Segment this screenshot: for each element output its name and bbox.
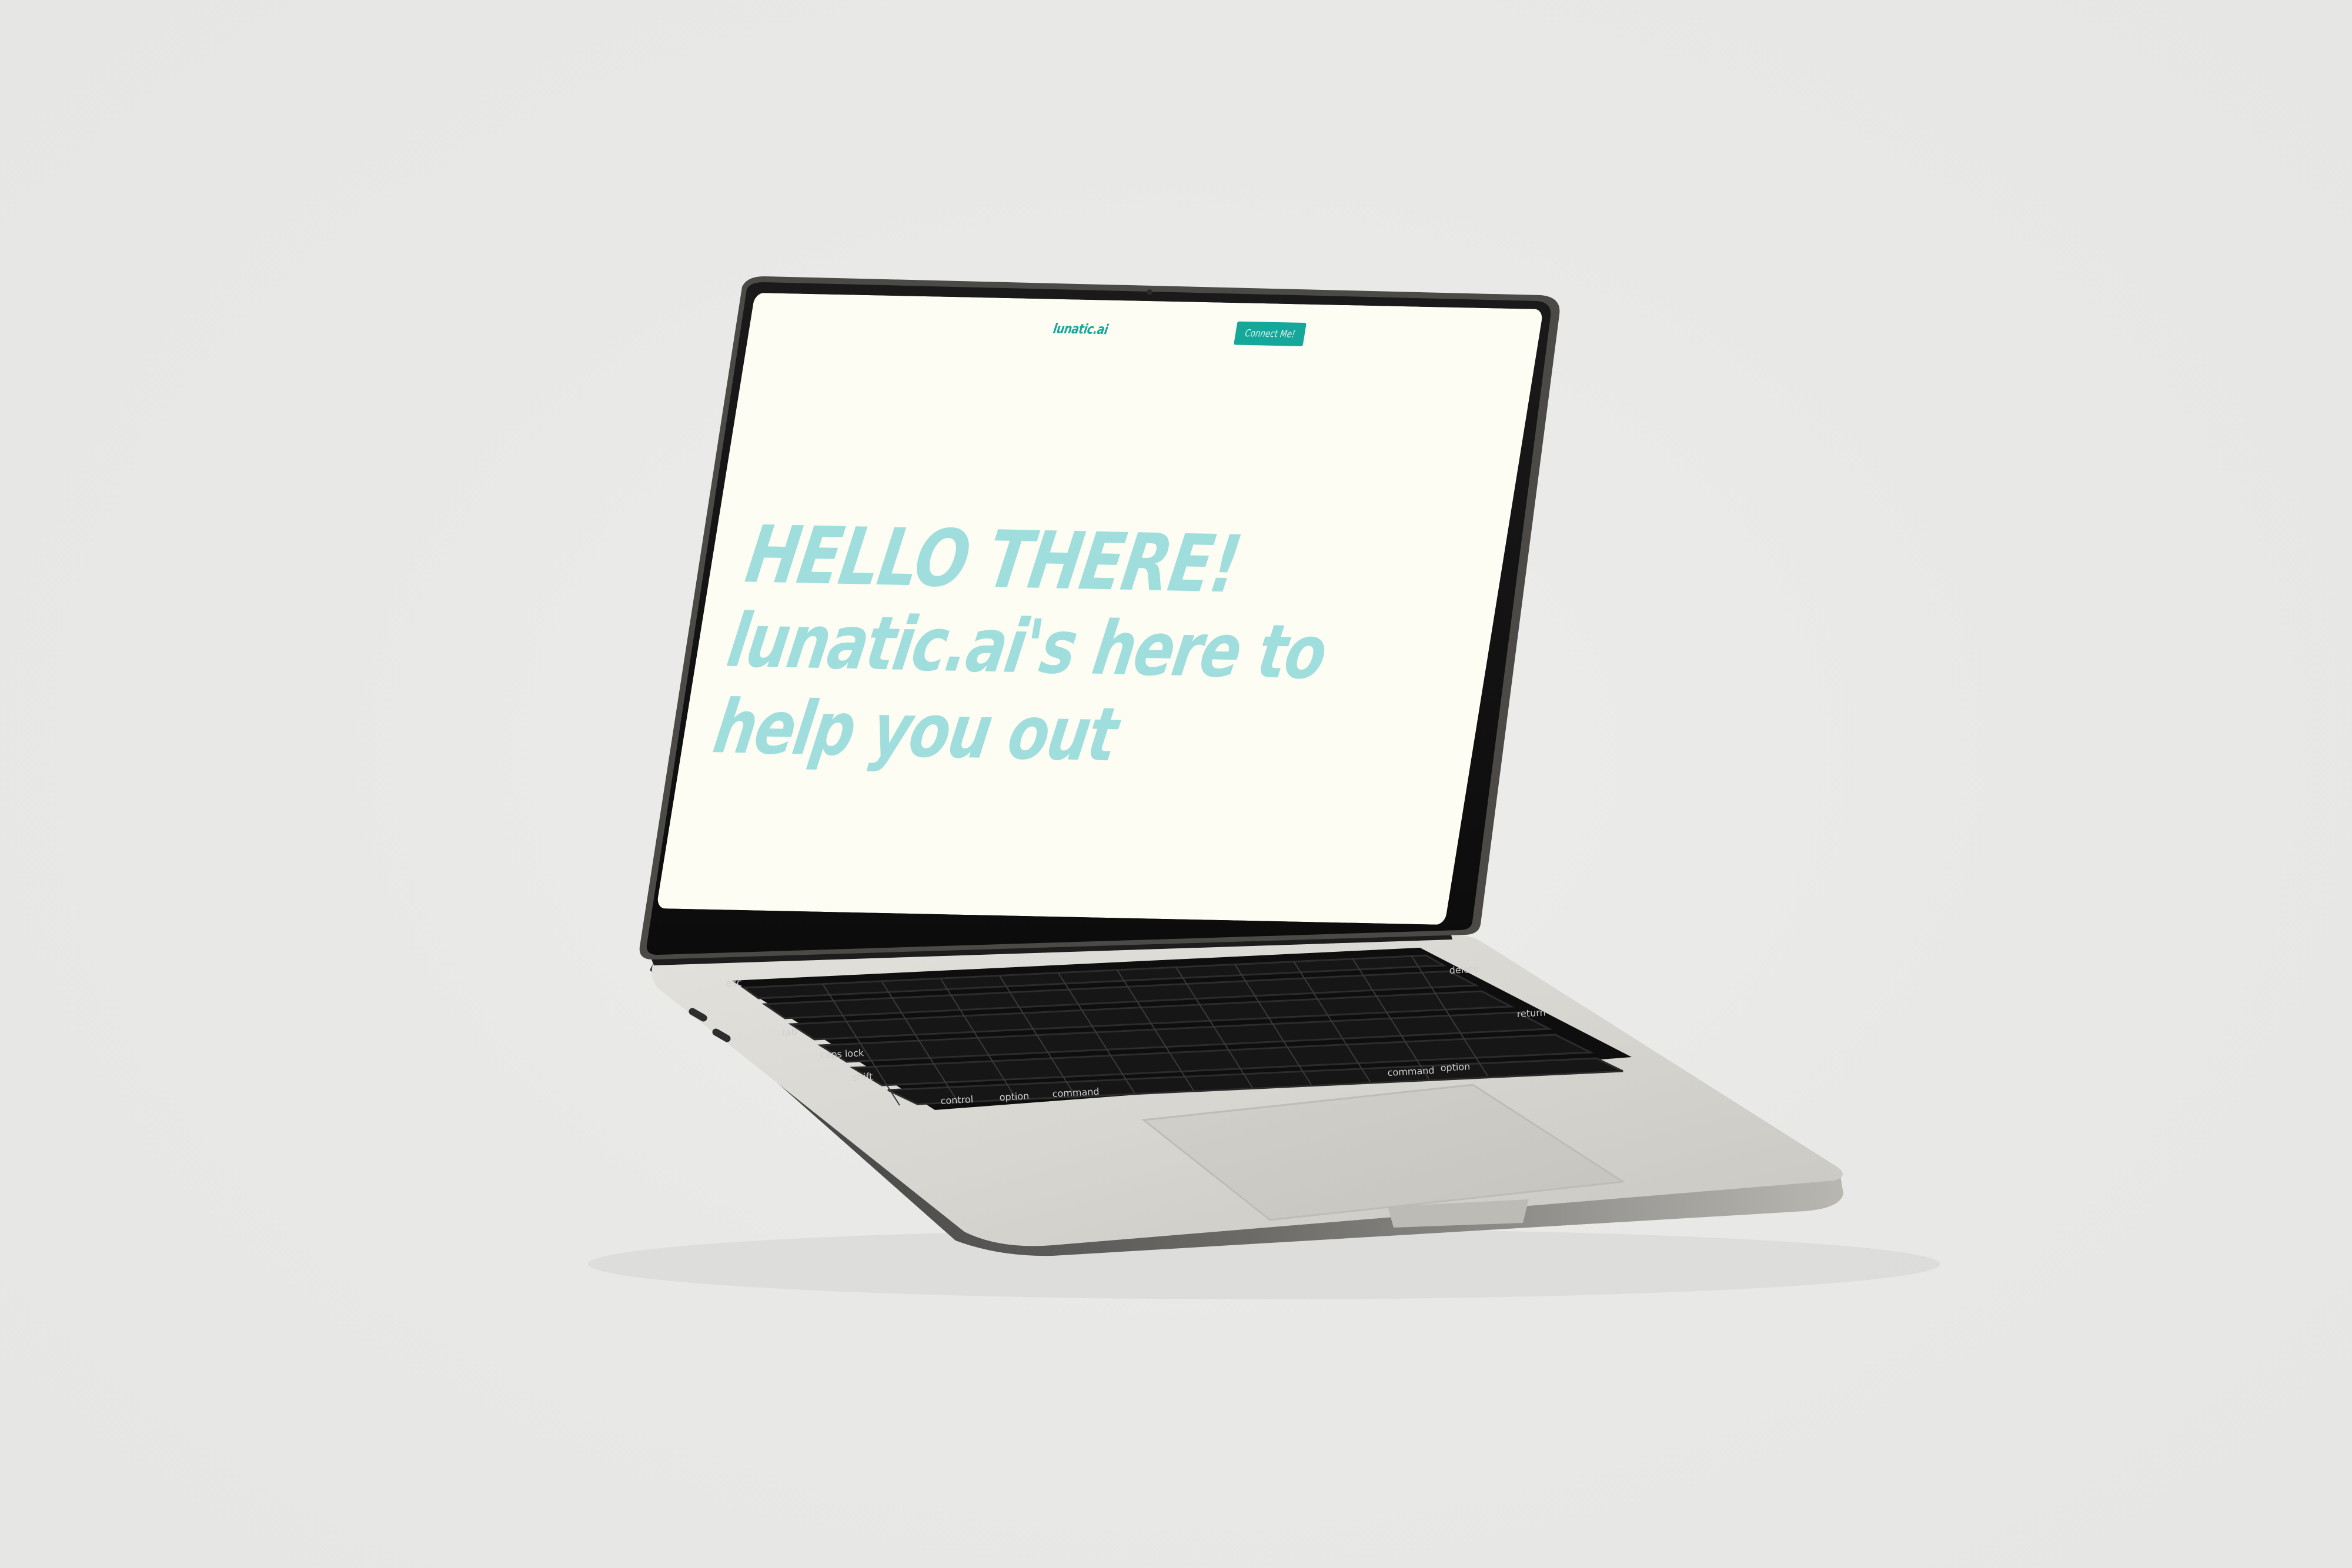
- svg-text:delete: delete: [1449, 963, 1479, 976]
- svg-text:caps lock: caps lock: [820, 1047, 864, 1061]
- svg-text:esc: esc: [726, 977, 742, 989]
- screen-display: lunatic.ai Connect Me! HELLO THERE! luna…: [656, 293, 1544, 925]
- svg-text:option: option: [999, 1090, 1030, 1103]
- hero-heading: HELLO THERE! lunatic.ai's here to help y…: [708, 512, 1489, 786]
- svg-text:return: return: [1516, 1007, 1546, 1019]
- svg-text:tab: tab: [781, 1027, 797, 1038]
- svg-text:shift: shift: [852, 1071, 873, 1083]
- hero-line-3: help you out: [708, 684, 1122, 778]
- hero-line-2: lunatic.ai's here to: [721, 598, 1332, 697]
- site-logo[interactable]: lunatic.ai: [1052, 321, 1109, 337]
- svg-text:control: control: [940, 1094, 973, 1106]
- hero-line-1: HELLO THERE!: [740, 509, 1247, 611]
- camera-icon: [1147, 289, 1152, 295]
- svg-text:option: option: [1440, 1061, 1471, 1074]
- connect-me-button[interactable]: Connect Me!: [1234, 322, 1307, 346]
